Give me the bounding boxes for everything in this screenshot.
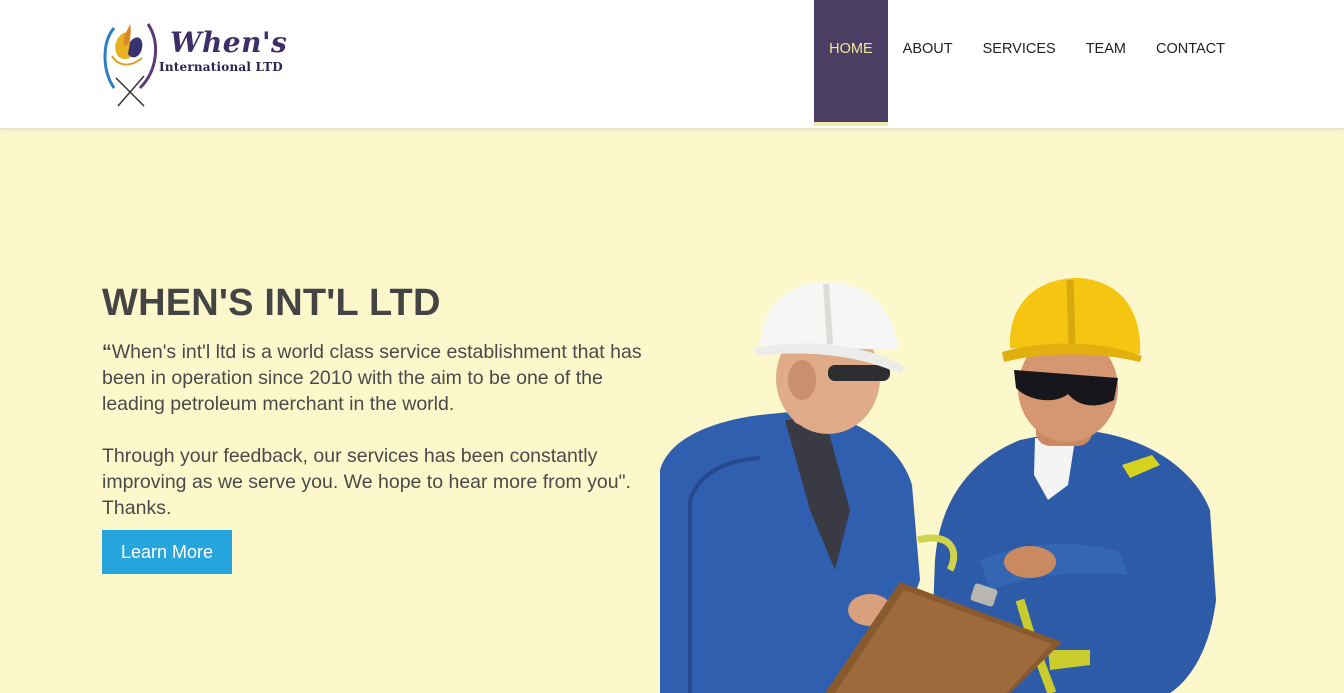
hero-workers-image — [660, 278, 1216, 693]
hero-title: WHEN'S INT'L LTD — [102, 282, 441, 324]
logo-flame-icon — [103, 23, 158, 107]
hero-paragraph-1: “When's int'l ltd is a world class servi… — [102, 339, 662, 417]
logo-title: When's — [170, 26, 288, 59]
quote-mark: “ — [102, 341, 112, 363]
learn-more-button[interactable]: Learn More — [102, 530, 232, 574]
hero-description: “When's int'l ltd is a world class servi… — [102, 339, 662, 521]
hero-paragraph-1-text: When's int'l ltd is a world class servic… — [102, 341, 642, 415]
nav-team[interactable]: TEAM — [1071, 0, 1141, 126]
logo[interactable]: When's International LTD — [100, 18, 310, 110]
nav-about[interactable]: ABOUT — [888, 0, 968, 126]
nav-home[interactable]: HOME — [814, 0, 888, 126]
main-nav: HOME ABOUT SERVICES TEAM CONTACT — [814, 0, 1240, 126]
site-header: When's International LTD HOME ABOUT SERV… — [0, 0, 1344, 129]
logo-subtitle: International LTD — [159, 60, 283, 74]
nav-services[interactable]: SERVICES — [968, 0, 1071, 126]
page: When's International LTD HOME ABOUT SERV… — [0, 0, 1344, 693]
hero-paragraph-2: Through your feedback, our services has … — [102, 445, 631, 519]
nav-contact[interactable]: CONTACT — [1141, 0, 1240, 126]
